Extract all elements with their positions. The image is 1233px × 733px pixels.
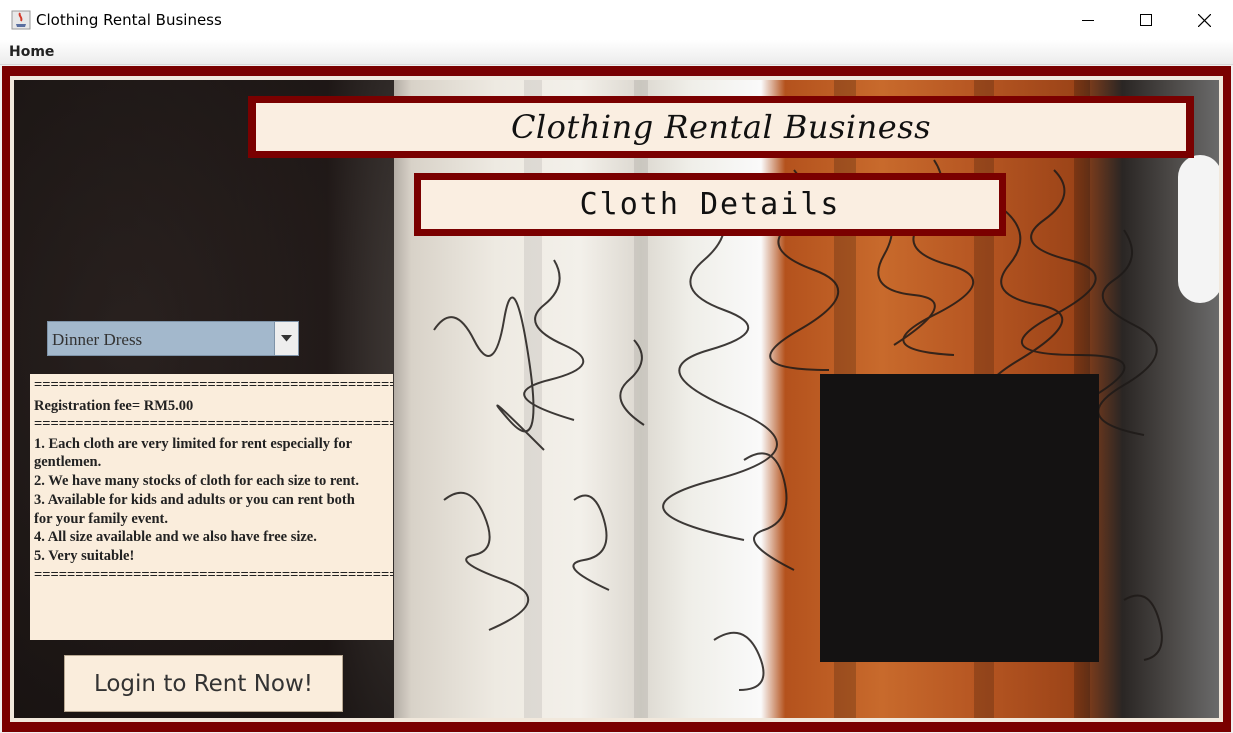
info-line: 5. Very suitable! — [34, 548, 135, 564]
cloth-info-textarea[interactable]: ========================================… — [30, 374, 393, 640]
menu-bar: Home — [0, 40, 1233, 65]
minimize-icon — [1082, 20, 1094, 21]
info-line: for your family event. — [34, 511, 168, 527]
close-icon — [1197, 13, 1211, 27]
menu-home[interactable]: Home — [9, 44, 54, 60]
info-line: gentlemen. — [34, 454, 102, 470]
info-line: 1. Each cloth are very limited for rent … — [34, 436, 353, 452]
window-title-bar: Clothing Rental Business — [0, 0, 1233, 41]
cloth-image-panel — [820, 374, 1099, 662]
dropdown-button[interactable] — [274, 322, 298, 355]
info-separator: ========================================… — [34, 416, 393, 432]
app-title-panel: Clothing Rental Business — [256, 103, 1186, 151]
category-select-value: Dinner Dress — [52, 330, 143, 349]
minimize-button[interactable] — [1059, 0, 1117, 40]
triangle-down-icon — [281, 335, 292, 342]
info-line: 4. All size available and we also have f… — [34, 529, 317, 545]
section-title-box: Cloth Details — [414, 173, 1006, 236]
close-button[interactable] — [1175, 0, 1233, 40]
window-title: Clothing Rental Business — [36, 11, 222, 29]
info-line: 2. We have many stocks of cloth for each… — [34, 473, 360, 489]
app-title: Clothing Rental Business — [510, 108, 932, 146]
section-title-panel: Cloth Details — [421, 180, 999, 229]
maximize-button[interactable] — [1117, 0, 1175, 40]
info-separator: ========================================… — [34, 567, 393, 583]
java-cup-icon — [11, 10, 31, 30]
maximize-icon — [1140, 14, 1152, 26]
category-select[interactable]: Dinner Dress — [47, 321, 299, 356]
login-button-label: Login to Rent Now! — [93, 670, 314, 697]
app-title-box: Clothing Rental Business — [248, 96, 1194, 158]
section-title: Cloth Details — [579, 187, 841, 222]
login-to-rent-button[interactable]: Login to Rent Now! — [64, 655, 343, 712]
info-line: 3. Available for kids and adults or you … — [34, 492, 355, 508]
registration-fee-text: Registration fee= RM5.00 — [34, 398, 194, 414]
info-separator: ========================================… — [34, 377, 393, 393]
